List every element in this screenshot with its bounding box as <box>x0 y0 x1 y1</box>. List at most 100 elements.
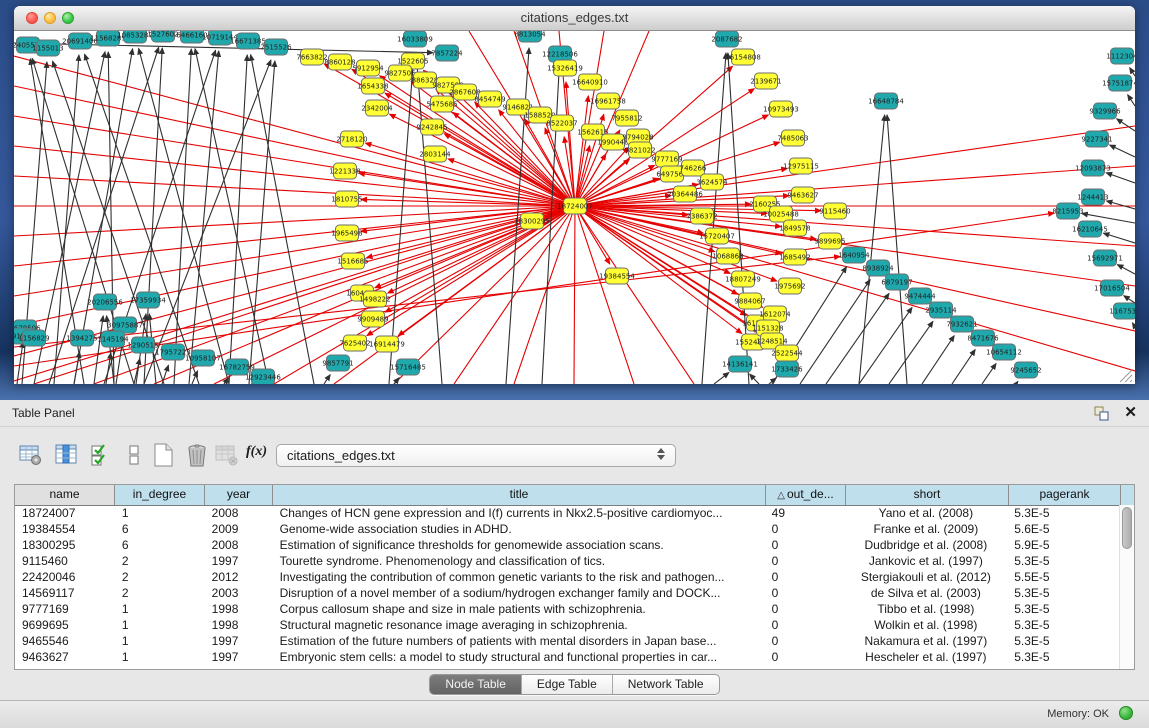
network-node[interactable]: 9474444 <box>904 288 936 304</box>
table-row[interactable]: 911546021997Tourette syndrome. Phenomeno… <box>15 553 1119 569</box>
table-cell[interactable]: 5.6E-5 <box>1007 521 1119 537</box>
network-node[interactable]: 1527602 <box>147 31 178 42</box>
network-node[interactable]: 16154808 <box>725 49 761 65</box>
table-cell[interactable]: 0 <box>765 553 845 569</box>
minimize-traffic-light[interactable] <box>44 12 56 24</box>
table-cell[interactable]: de Silva et al. (2003) <box>845 585 1008 601</box>
table-cell[interactable]: Franke et al. (2009) <box>845 521 1008 537</box>
table-cell[interactable]: 9465546 <box>15 633 115 649</box>
network-node[interactable]: 16914479 <box>369 336 405 352</box>
column-header-pagerank[interactable]: pagerank <box>1009 485 1121 505</box>
table-cell[interactable]: Disruption of a novel member of a sodium… <box>273 585 765 601</box>
network-node[interactable]: 8813054 <box>514 31 546 42</box>
network-node[interactable]: 1733426 <box>771 361 803 377</box>
network-node[interactable]: 8454749 <box>474 91 505 107</box>
network-node[interactable]: 7955812 <box>611 110 642 126</box>
table-settings-icon[interactable] <box>18 442 44 468</box>
table-cell[interactable]: Changes of HCN gene expression and I(f) … <box>273 505 765 521</box>
network-canvas[interactable]: 2405572115501320691406115682891085328715… <box>14 31 1135 384</box>
network-node[interactable]: 2139671 <box>750 73 781 89</box>
row-boxes-icon[interactable] <box>121 442 147 468</box>
table-cell[interactable]: 9777169 <box>15 601 115 617</box>
network-node[interactable]: 16640910 <box>572 74 608 90</box>
network-node[interactable]: 1156829 <box>18 330 49 346</box>
table-cell[interactable]: 5.3E-5 <box>1007 601 1119 617</box>
table-cell[interactable]: 9463627 <box>15 649 115 665</box>
network-node[interactable]: 2803144 <box>419 146 451 162</box>
table-cell[interactable]: 6 <box>115 537 205 553</box>
column-header-out_de[interactable]: △out_de... <box>766 485 846 505</box>
network-node[interactable]: 7857224 <box>431 45 463 61</box>
table-cell[interactable]: 2 <box>115 553 205 569</box>
network-node[interactable]: 9777169 <box>651 151 682 167</box>
network-node[interactable]: 7625402 <box>339 335 370 351</box>
table-cell[interactable]: 5.3E-5 <box>1007 585 1119 601</box>
network-node[interactable]: 1654338 <box>357 78 388 94</box>
network-node[interactable]: 20206556 <box>87 294 123 310</box>
network-node[interactable]: 9242845 <box>416 119 447 135</box>
tab-edge-table[interactable]: Edge Table <box>522 675 613 694</box>
network-node[interactable]: 8522037 <box>546 115 577 131</box>
table-cell[interactable]: 49 <box>765 505 845 521</box>
table-cell[interactable]: 9699695 <box>15 617 115 633</box>
memory-ok-indicator[interactable] <box>1119 706 1133 720</box>
table-cell[interactable]: Genome-wide association studies in ADHD. <box>273 521 765 537</box>
network-node[interactable]: 1155013 <box>32 40 63 56</box>
table-cell[interactable]: 2008 <box>205 537 273 553</box>
table-cell[interactable]: Structural magnetic resonance image aver… <box>273 617 765 633</box>
network-node[interactable]: 2718120 <box>336 131 367 147</box>
network-node[interactable]: 7515526 <box>260 39 292 55</box>
float-window-icon[interactable] <box>1093 405 1109 421</box>
table-cell[interactable]: 0 <box>765 649 845 665</box>
table-cell[interactable]: 1 <box>115 601 205 617</box>
network-node[interactable]: 1498222 <box>359 291 390 307</box>
network-node[interactable]: 1810755 <box>331 191 362 207</box>
network-node[interactable]: 17016504 <box>1094 280 1130 296</box>
table-row[interactable]: 946554611997Estimation of the future num… <box>15 633 1119 649</box>
network-node[interactable]: 2087682 <box>711 31 742 47</box>
network-node[interactable]: 746266 <box>680 160 707 176</box>
network-node[interactable]: 1849578 <box>779 220 810 236</box>
network-node[interactable]: 16033809 <box>397 31 433 47</box>
table-cell[interactable]: Stergiakouli et al. (2012) <box>845 569 1008 585</box>
network-node[interactable]: 2342004 <box>361 100 393 116</box>
table-cell[interactable]: 0 <box>765 617 845 633</box>
table-select-dropdown[interactable]: citations_edges.txt <box>276 444 676 467</box>
network-window[interactable]: citations_edges.txt 24055721155013206914… <box>14 6 1135 383</box>
table-cell[interactable]: Corpus callosum shape and size in male p… <box>273 601 765 617</box>
network-node[interactable]: 9909489 <box>357 311 388 327</box>
network-node[interactable]: 1685492 <box>779 249 810 265</box>
network-node[interactable]: 15716485 <box>390 359 426 375</box>
network-node[interactable]: 16210645 <box>1072 221 1108 237</box>
network-node[interactable]: 8471676 <box>967 330 999 346</box>
close-traffic-light[interactable] <box>26 12 38 24</box>
table-cell[interactable]: 1998 <box>205 617 273 633</box>
network-node[interactable]: 9884067 <box>734 293 765 309</box>
table-row[interactable]: 969969511998Structural magnetic resonanc… <box>15 617 1119 633</box>
table-row[interactable]: 1456911722003Disruption of a novel membe… <box>15 585 1119 601</box>
table-row[interactable]: 1830029562008Estimation of significance … <box>15 537 1119 553</box>
table-cell[interactable]: 5.3E-5 <box>1007 633 1119 649</box>
network-node[interactable]: 3624574 <box>696 174 728 190</box>
network-node[interactable]: 15751874 <box>1102 75 1135 91</box>
table-cell[interactable]: 5.3E-5 <box>1007 505 1119 521</box>
network-node[interactable]: 14136141 <box>722 356 758 372</box>
network-node[interactable]: 1068868 <box>712 248 743 264</box>
table-cell[interactable]: 18300295 <box>15 537 115 553</box>
table-cell[interactable]: 5.3E-5 <box>1007 649 1119 665</box>
network-node[interactable]: 8215953 <box>1052 203 1083 219</box>
table-cell[interactable]: 0 <box>765 569 845 585</box>
table-cell[interactable]: Embryonic stem cells: a model to study s… <box>273 649 765 665</box>
table-cell[interactable]: 2009 <box>205 521 273 537</box>
table-cell[interactable]: 9115460 <box>15 553 115 569</box>
table-cell[interactable]: 5.3E-5 <box>1007 553 1119 569</box>
table-cell[interactable]: 5.5E-5 <box>1007 569 1119 585</box>
column-header-in_degree[interactable]: in_degree <box>115 485 205 505</box>
network-node[interactable]: 1975692 <box>774 278 805 294</box>
table-cell[interactable]: 0 <box>765 537 845 553</box>
table-cell[interactable]: 2 <box>115 585 205 601</box>
network-node[interactable]: 5475685 <box>426 96 457 112</box>
network-node[interactable]: 1290515 <box>127 337 158 353</box>
network-node[interactable]: 9227341 <box>1081 131 1112 147</box>
table-cell[interactable]: Jankovic et al. (1997) <box>845 553 1008 569</box>
